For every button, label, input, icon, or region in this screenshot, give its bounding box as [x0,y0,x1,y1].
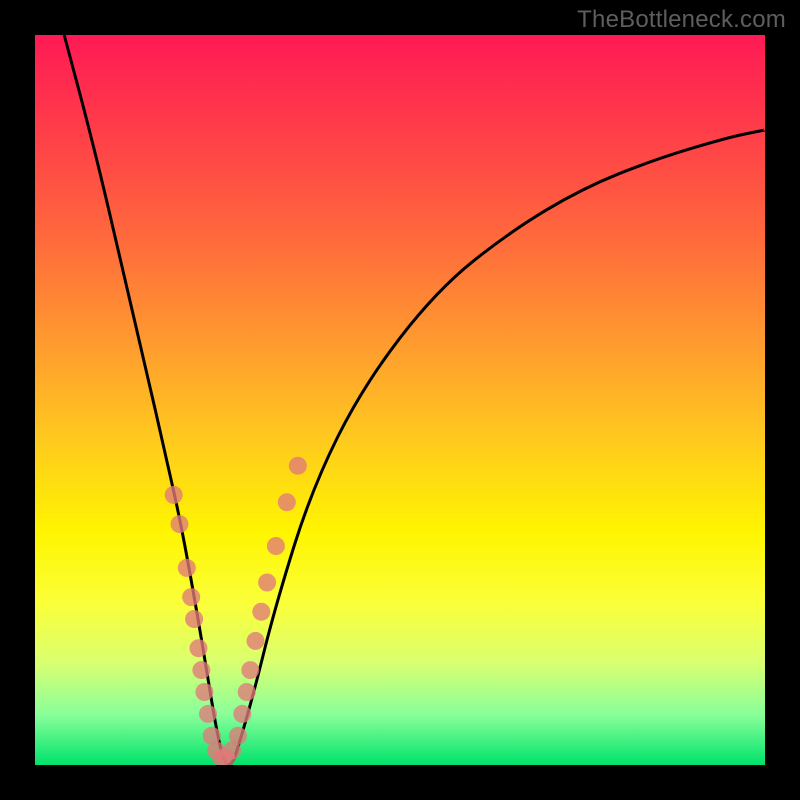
highlight-dot [185,610,203,628]
highlight-dot [182,588,200,606]
highlight-dot [247,632,265,650]
highlight-dot [238,683,256,701]
highlight-dot [192,661,210,679]
highlight-dot [278,493,296,511]
plot-area [35,35,765,765]
chart-frame: TheBottleneck.com [0,0,800,800]
highlight-dots [165,457,307,765]
highlight-dot [199,705,217,723]
highlight-dot [229,727,247,745]
bottleneck-curve [64,35,765,765]
highlight-dot [258,574,276,592]
watermark-text: TheBottleneck.com [577,6,786,34]
highlight-dot [241,661,259,679]
highlight-dot [178,559,196,577]
curve-svg [35,35,765,765]
highlight-dot [267,537,285,555]
highlight-dot [252,603,270,621]
highlight-dot [233,705,251,723]
highlight-dot [171,515,189,533]
highlight-dot [165,486,183,504]
highlight-dot [195,683,213,701]
highlight-dot [190,639,208,657]
highlight-dot [289,457,307,475]
